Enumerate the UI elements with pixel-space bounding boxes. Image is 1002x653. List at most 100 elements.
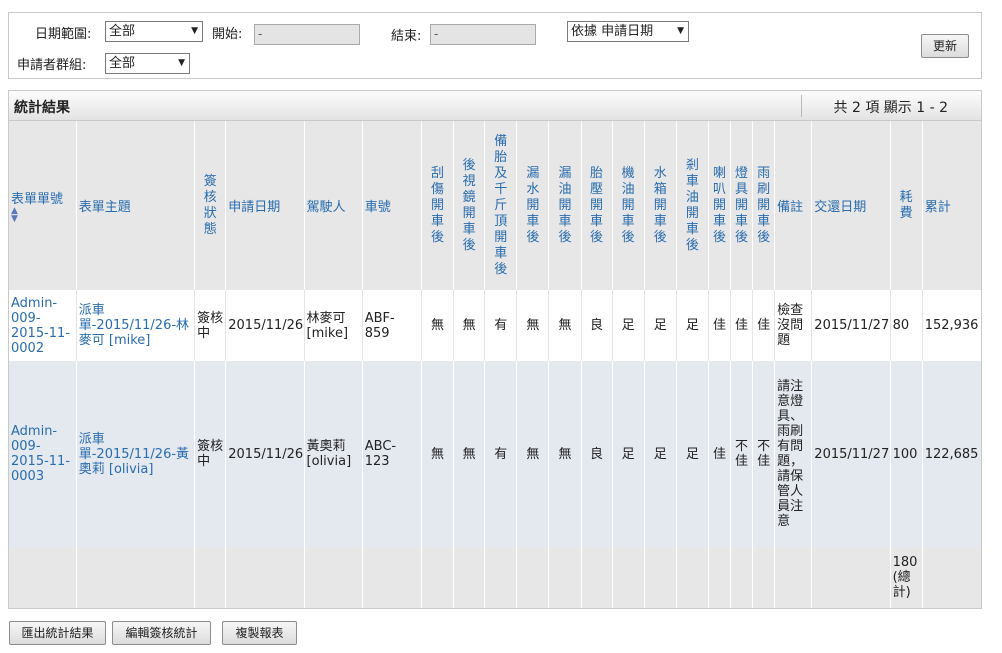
table-cell: 152,936 — [922, 290, 981, 361]
table-cell: 2015/11/27 — [811, 361, 891, 547]
form-number-cell[interactable]: Admin-009-2015-11-0002 — [9, 290, 77, 361]
results-table: 表單單號 ▲ ▼ 表單主題 簽核狀態 申請日期 駕駛人 車號 刮傷開車後 後視鏡開… — [9, 121, 981, 608]
column-header[interactable]: 剎車油開車後 — [676, 121, 709, 290]
table-cell: 良 — [581, 290, 613, 361]
column-header[interactable]: 漏水開車後 — [516, 121, 550, 290]
column-header[interactable]: 漏油開車後 — [548, 121, 582, 290]
table-cell: 無 — [548, 361, 582, 547]
group-value: 全部 — [109, 56, 136, 71]
table-cell: 有 — [484, 361, 518, 547]
column-header[interactable]: 耗費 — [890, 121, 923, 290]
table-cell: 足 — [612, 290, 645, 361]
date-basis-value: 依據 申請日期 — [571, 24, 654, 39]
dropdown-arrow-icon: ▼ — [677, 26, 684, 36]
column-header[interactable]: 簽核狀態 — [194, 121, 227, 290]
table-cell: 佳 — [708, 290, 732, 361]
column-header[interactable]: 駕駛人 — [304, 121, 363, 290]
column-header[interactable]: 備註 — [774, 121, 813, 290]
column-header-label: 表單單號 — [11, 192, 64, 207]
date-range-select[interactable]: 全部 ▼ — [105, 21, 203, 42]
column-header[interactable]: 表單單號 ▲ ▼ — [9, 121, 77, 290]
edit-signoff-stats-button[interactable]: 編輯簽核統計 — [112, 621, 211, 645]
table-cell: 請注意燈具、雨刷有問題，請保管人員注意 — [774, 361, 813, 547]
dropdown-arrow-icon: ▼ — [191, 26, 198, 36]
column-header[interactable]: 燈具開車後 — [730, 121, 754, 290]
table-cell: 無 — [421, 290, 455, 361]
start-date-input[interactable]: - — [254, 24, 360, 45]
filter-panel: 日期範圍: 全部 ▼ 開始: - 結束: - 依據 申請日期 ▼ 申請者群組: … — [8, 12, 982, 79]
form-subject-cell[interactable]: 派車單-2015/11/26-黃奧莉 [olivia] — [76, 361, 196, 547]
date-range-label: 日期範圍: — [35, 27, 92, 42]
table-cell: 林麥可 [mike] — [304, 290, 363, 361]
results-title: 統計結果 — [14, 100, 70, 116]
table-cell: 不佳 — [730, 361, 754, 547]
table-cell: 100 — [890, 361, 923, 547]
table-cell: 佳 — [708, 361, 732, 547]
table-cell: 足 — [644, 290, 677, 361]
start-label: 開始: — [212, 27, 243, 42]
table-cell: 足 — [612, 361, 645, 547]
sort-arrows-icon[interactable]: ▲ ▼ — [11, 207, 74, 224]
table-cell: 足 — [676, 290, 709, 361]
form-subject-link[interactable]: 派車單-2015/11/26-林麥可 [mike] — [79, 303, 189, 348]
column-header[interactable]: 後視鏡開車後 — [453, 121, 486, 290]
table-cell: ABC-123 — [362, 361, 422, 547]
table-cell: 無 — [453, 361, 486, 547]
table-cell: 無 — [453, 290, 486, 361]
column-header[interactable]: 表單主題 — [76, 121, 196, 290]
group-label: 申請者群組: — [17, 58, 87, 73]
column-header[interactable]: 水箱開車後 — [644, 121, 677, 290]
table-cell: ABF-859 — [362, 290, 422, 361]
results-panel: 統計結果 共 2 項 顯示 1 - 2 表單單號 ▲ ▼ 表單主題 簽核狀態 申請… — [8, 90, 982, 609]
form-number-cell[interactable]: Admin-009-2015-11-0003 — [9, 361, 77, 547]
table-row: Admin-009-2015-11-0003 派車單-2015/11/26-黃奧… — [9, 361, 981, 547]
table-header-row: 表單單號 ▲ ▼ 表單主題 簽核狀態 申請日期 駕駛人 車號 刮傷開車後 後視鏡開… — [9, 121, 981, 290]
table-cell: 無 — [548, 290, 582, 361]
table-cell: 簽核中 — [194, 361, 227, 547]
column-header[interactable]: 雨刷開車後 — [752, 121, 776, 290]
column-header[interactable]: 刮傷開車後 — [421, 121, 455, 290]
column-header[interactable]: 機油開車後 — [612, 121, 645, 290]
end-date-input[interactable]: - — [430, 24, 536, 45]
header-divider — [801, 95, 802, 117]
total-cost-cell: 180 (總計) — [890, 547, 923, 608]
form-number-link[interactable]: Admin-009-2015-11-0003 — [11, 424, 70, 484]
date-basis-select[interactable]: 依據 申請日期 ▼ — [567, 21, 689, 42]
table-cell: 80 — [890, 290, 923, 361]
column-header[interactable]: 交還日期 — [811, 121, 891, 290]
table-cell: 足 — [676, 361, 709, 547]
form-number-link[interactable]: Admin-009-2015-11-0002 — [11, 296, 70, 356]
table-cell: 122,685 — [922, 361, 981, 547]
table-cell: 2015/11/26 — [225, 361, 305, 547]
form-subject-cell[interactable]: 派車單-2015/11/26-林麥可 [mike] — [76, 290, 196, 361]
table-cell: 簽核中 — [194, 290, 227, 361]
table-cell: 足 — [644, 361, 677, 547]
results-header: 統計結果 共 2 項 顯示 1 - 2 — [9, 91, 981, 121]
total-row: 180 (總計) — [9, 547, 981, 608]
copy-report-button[interactable]: 複製報表 — [222, 621, 297, 645]
table-cell: 無 — [421, 361, 455, 547]
export-results-button[interactable]: 匯出統計結果 — [9, 621, 106, 645]
dropdown-arrow-icon: ▼ — [178, 58, 185, 68]
table-cell: 無 — [516, 361, 550, 547]
form-subject-link[interactable]: 派車單-2015/11/26-黃奧莉 [olivia] — [79, 432, 189, 477]
table-cell: 無 — [516, 290, 550, 361]
column-header[interactable]: 申請日期 — [225, 121, 305, 290]
table-cell: 2015/11/26 — [225, 290, 305, 361]
table-cell: 有 — [484, 290, 518, 361]
refresh-button[interactable]: 更新 — [921, 34, 969, 58]
column-header[interactable]: 車號 — [362, 121, 422, 290]
column-header[interactable]: 胎壓開車後 — [581, 121, 613, 290]
column-header[interactable]: 喇叭開車後 — [708, 121, 732, 290]
results-count: 共 2 項 顯示 1 - 2 — [833, 100, 948, 116]
date-range-value: 全部 — [109, 24, 136, 39]
table-cell: 佳 — [730, 290, 754, 361]
table-cell: 佳 — [752, 290, 776, 361]
table-cell: 黃奧莉 [olivia] — [304, 361, 363, 547]
end-label: 結束: — [391, 29, 422, 44]
column-header[interactable]: 累計 — [922, 121, 981, 290]
group-select[interactable]: 全部 ▼ — [105, 53, 190, 74]
column-header[interactable]: 備胎及千斤頂開車後 — [484, 121, 518, 290]
table-row: Admin-009-2015-11-0002 派車單-2015/11/26-林麥… — [9, 290, 981, 361]
table-cell: 2015/11/27 — [811, 290, 891, 361]
